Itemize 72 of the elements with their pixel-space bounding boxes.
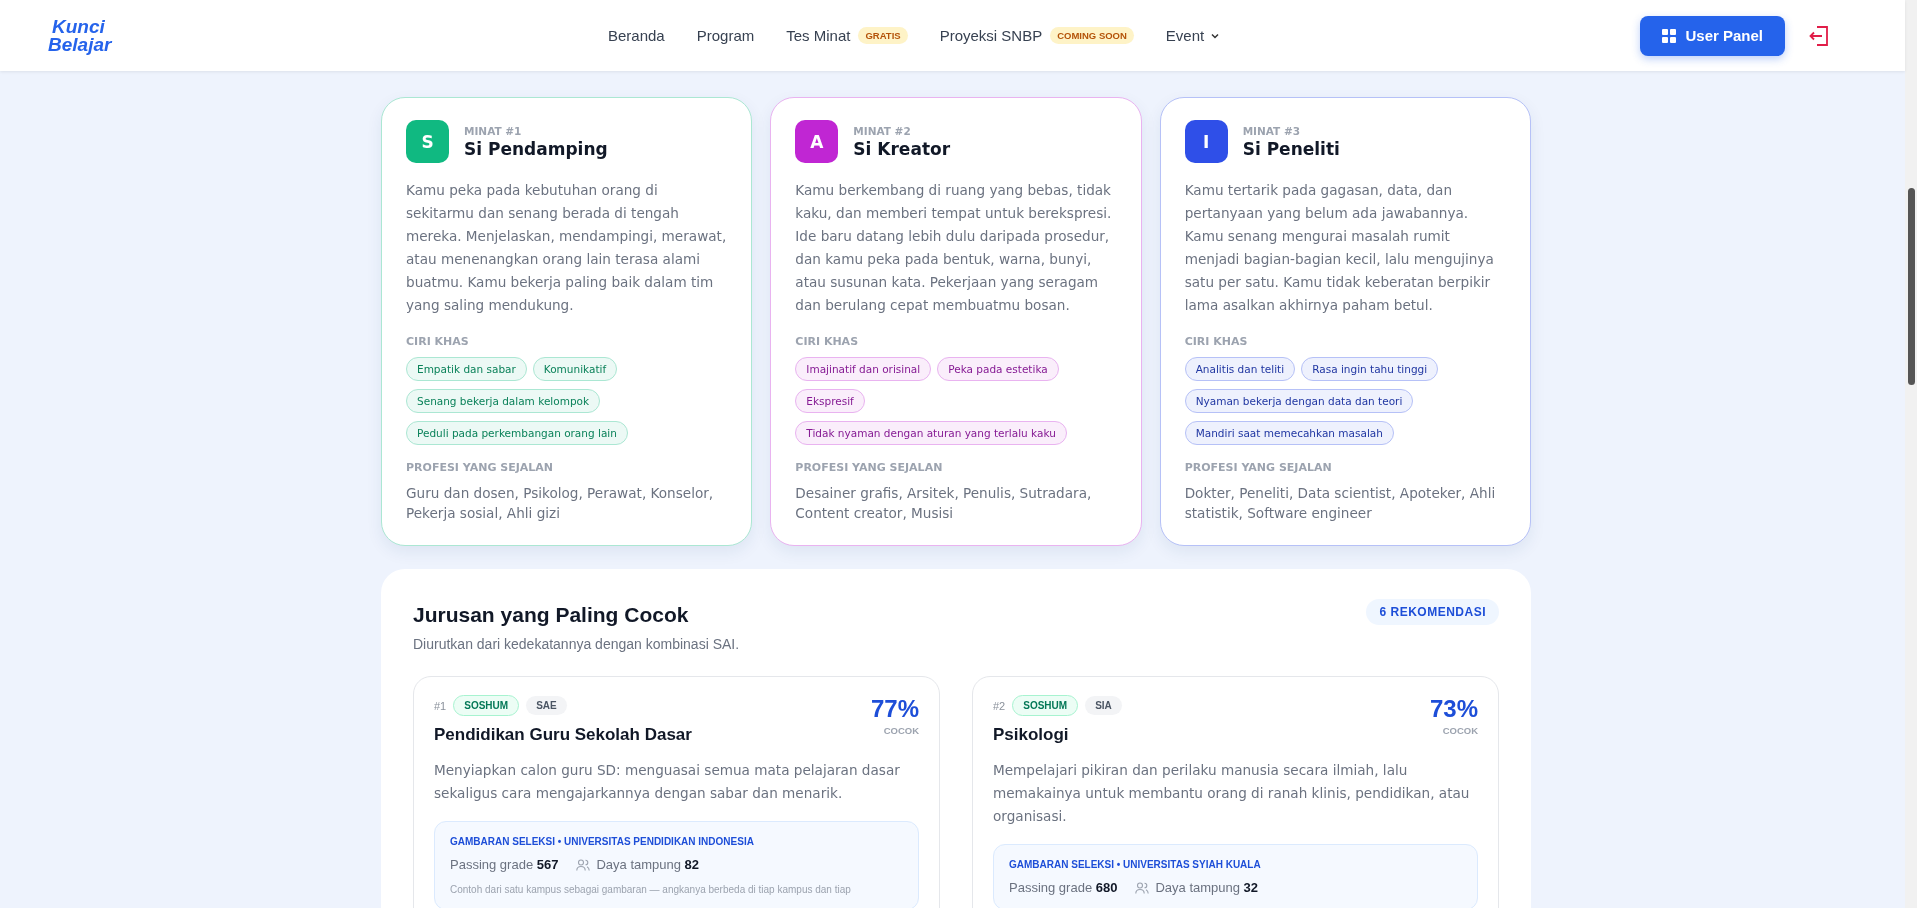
interest-letter-badge: A	[795, 120, 839, 163]
match-label: COCOK	[1441, 725, 1478, 736]
people-icon	[1135, 881, 1150, 894]
section-title: Jurusan yang Paling Cocok	[413, 603, 690, 627]
logout-icon[interactable]	[1809, 24, 1829, 47]
trait-tag: Peka pada estetika	[937, 357, 1059, 381]
trait-tag: Analitis dan teliti	[1184, 357, 1296, 381]
trait-tag: Mandiri saat memecahkan masalah	[1184, 421, 1394, 445]
grid-icon	[1662, 28, 1677, 43]
major-name: Psikologi	[993, 725, 1070, 745]
trait-tag: Tidak nyaman dengan aturan yang terlalu kaku	[795, 421, 1067, 445]
cluster-tag: SOSHUM	[453, 695, 520, 716]
nav-link[interactable]: Event	[1165, 27, 1221, 44]
careers-label: PROFESI YANG SEJALAN	[1184, 461, 1333, 474]
match-label: COCOK	[882, 725, 919, 736]
trait-tag: Empatik dan sabar	[406, 357, 527, 381]
nav-badge: GRATIS	[858, 27, 908, 44]
interest-description: Kamu peka pada kebutuhan orang di sekitarmu dan senang berada di tengah mereka. Menjelaskan, mendampingi, merawat, atau menenangkan orang lain terasa alami buatmu. Kamu bekerja paling baik dalam tim yang saling mendukung.	[406, 181, 728, 315]
logo[interactable]: Kunci Belajar	[48, 17, 148, 54]
nav-link[interactable]: Tes Minat	[786, 27, 851, 44]
careers-label: PROFESI YANG SEJALAN	[406, 461, 555, 474]
careers-text: Desainer grafis, Arsitek, Penulis, Sutradara, Content creator, Musisi	[795, 484, 1093, 523]
interest-rank: MINAT #3	[1242, 124, 1302, 137]
recommendation-count: 6 REKOMENDASI	[1366, 599, 1499, 625]
interest-letter-badge: I	[1184, 120, 1228, 163]
interest-rank: MINAT #2	[853, 124, 912, 137]
capacity: Daya tampung 82	[596, 857, 700, 872]
interest-name: Si Pendamping	[464, 138, 608, 159]
major-description: Mempelajari pikiran dan perilaku manusia secara ilmiah, lalu memakainya untuk membantu orang di ranah klinis, pendidikan, atau organisasi.	[993, 761, 1471, 826]
traits-label: CIRI KHAS	[795, 335, 860, 348]
traits-label: CIRI KHAS	[406, 335, 470, 348]
selection-note: Contoh dari satu kampus sebagai gambaran — angkanya berbeda di tiap kampus dan tiap	[450, 884, 852, 895]
selection-title: GAMBARAN SELEKSI • UNIVERSITAS PENDIDIKAN INDONESIA	[450, 836, 755, 847]
match-percent: 77%	[870, 695, 919, 723]
scrollbar-thumb[interactable]	[1908, 188, 1915, 385]
trait-tag: Komunikatif	[532, 357, 618, 381]
selection-title: GAMBARAN SELEKSI • UNIVERSITAS SYIAH KUALA	[1009, 859, 1262, 870]
major-name: Pendidikan Guru Sekolah Dasar	[434, 725, 692, 745]
user-panel-button[interactable]: User Panel	[1640, 15, 1785, 56]
trait-tag: Senang bekerja dalam kelompok	[406, 389, 601, 413]
nav-link[interactable]: Proyeksi SNBP	[939, 27, 1043, 44]
nav-badge: COMING SOON	[1050, 27, 1134, 44]
trait-tag: Peduli pada perkembangan orang lain	[406, 421, 628, 445]
interest-name: Si Kreator	[853, 138, 951, 159]
interest-rank: MINAT #1	[464, 124, 523, 137]
capacity: Daya tampung 32	[1155, 880, 1259, 895]
careers-text: Dokter, Peneliti, Data scientist, Apoteker, Ahli statistik, Software engineer	[1184, 484, 1497, 523]
people-icon	[576, 858, 591, 871]
section-subtitle: Diurutkan dari kedekatannya dengan kombinasi SAI.	[413, 636, 740, 652]
major-description: Menyiapkan calon guru SD: menguasai semua mata pelajaran dasar sekaligus cara mengajarkannya dengan sabar dan menarik.	[434, 761, 901, 803]
major-number: #1	[434, 699, 447, 712]
passing-grade: Passing grade 567	[450, 857, 559, 872]
interest-name: Si Peneliti	[1242, 138, 1340, 159]
major-number: #2	[993, 699, 1006, 712]
passing-grade: Passing grade 680	[1009, 880, 1118, 895]
cluster-tag: SOSHUM	[1012, 695, 1079, 716]
code-tag: SIA	[1085, 696, 1122, 715]
traits-label: CIRI KHAS	[1184, 335, 1249, 348]
trait-tag: Rasa ingin tahu tinggi	[1301, 357, 1439, 381]
interest-letter-badge: S	[406, 120, 449, 163]
trait-tag: Imajinatif dan orisinal	[795, 357, 932, 381]
interest-description: Kamu tertarik pada gagasan, data, dan pertanyaan yang belum ada jawabannya. Kamu senang mengurai masalah rumit menjadi bagian-bagian kecil, lalu mengujinya satu per satu. Kamu tidak keberatan berpikir lama asalkan akhirnya paham betul.	[1184, 181, 1495, 315]
trait-tag: Ekspresif	[795, 389, 865, 413]
nav-link[interactable]: Beranda	[608, 27, 665, 44]
interest-description: Kamu berkembang di ruang yang bebas, tidak kaku, dan memberi tempat untuk berekspresi. Ide baru datang lebih dulu daripada prosedur, dan kamu peka pada bentuk, warna, bunyi, atau susunan kata. Pekerjaan yang seragam dan berulang cepat membuatmu bosan.	[795, 181, 1113, 315]
scrollbar[interactable]	[1905, 0, 1917, 908]
careers-text: Guru dan dosen, Psikolog, Perawat, Konselor, Pekerja sosial, Ahli gizi	[406, 484, 715, 523]
careers-label: PROFESI YANG SEJALAN	[795, 461, 944, 474]
trait-tag: Nyaman bekerja dengan data dan teori	[1184, 389, 1414, 413]
nav-link[interactable]: Program	[696, 27, 755, 44]
code-tag: SAE	[526, 696, 567, 715]
match-percent: 73%	[1429, 695, 1478, 723]
